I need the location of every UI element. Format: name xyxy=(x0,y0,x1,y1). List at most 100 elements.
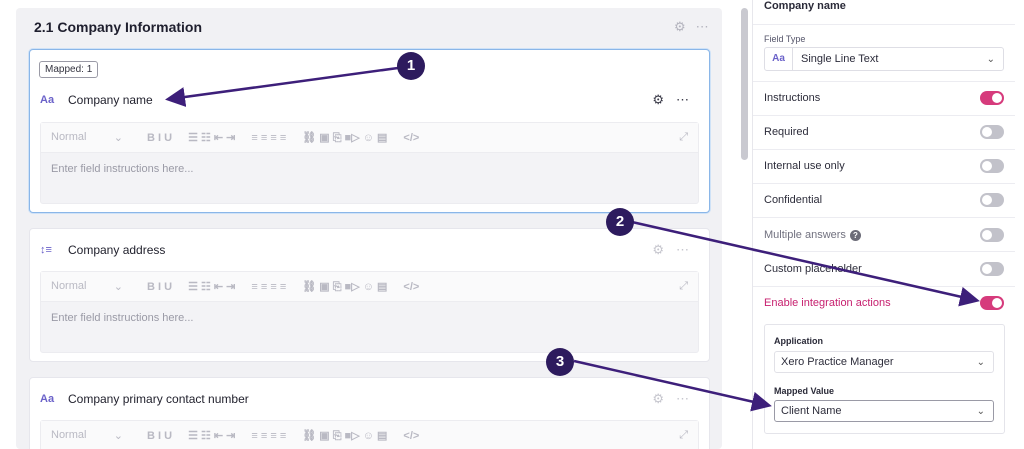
field-type-value: Single Line Text xyxy=(801,53,879,65)
section-actions: ⚙ ⋯ xyxy=(674,19,709,35)
multiple-answers-toggle[interactable] xyxy=(980,228,1004,242)
align-buttons[interactable]: ≡ ≡ ≡ ≡ xyxy=(251,430,286,442)
more-icon[interactable]: ⋯ xyxy=(696,19,709,35)
divider xyxy=(753,81,1015,82)
divider xyxy=(753,183,1015,184)
mapped-value-select[interactable]: Client Name ⌄ xyxy=(774,400,994,422)
chevron-down-icon: ⌄ xyxy=(976,356,985,368)
field-actions: ⚙ ⋯ xyxy=(652,92,689,108)
divider xyxy=(753,24,1015,25)
list-buttons[interactable]: ☰ ☷ ⇤ ⇥ xyxy=(188,280,235,293)
more-icon[interactable]: ⋯ xyxy=(676,242,689,258)
chevron-down-icon: ⌄ xyxy=(113,132,123,144)
code-icon[interactable]: </> xyxy=(403,430,419,442)
field-name[interactable]: Company address xyxy=(68,243,165,257)
code-icon[interactable]: </> xyxy=(403,132,419,144)
insert-buttons[interactable]: ⛓ ▣ ⎘ ■▷ ☺ ▤ xyxy=(302,429,387,443)
field-header: ↕≡ Company address ⚙ ⋯ xyxy=(40,235,699,265)
chevron-down-icon: ⌄ xyxy=(113,430,123,442)
divider xyxy=(753,286,1015,287)
integration-toggle[interactable] xyxy=(980,296,1004,310)
field-header: Aa Company primary contact number ⚙ ⋯ xyxy=(40,384,699,414)
field-header: Aa Company name ⚙ ⋯ xyxy=(40,85,699,115)
align-buttons[interactable]: ≡ ≡ ≡ ≡ xyxy=(251,281,286,293)
divider xyxy=(753,217,1015,218)
insert-buttons[interactable]: ⛓ ▣ ⎘ ■▷ ☺ ▤ xyxy=(302,131,387,145)
code-icon[interactable]: </> xyxy=(403,281,419,293)
format-buttons[interactable]: B I U xyxy=(147,281,172,293)
custom-placeholder-toggle[interactable] xyxy=(980,262,1004,276)
option-multiple-answers: Multiple answers ? xyxy=(764,224,1004,246)
align-buttons[interactable]: ≡ ≡ ≡ ≡ xyxy=(251,132,286,144)
instructions-input[interactable]: Enter field instructions here... xyxy=(41,302,698,352)
mapped-badge: Mapped: 1 xyxy=(39,61,99,78)
text-type-icon: Aa xyxy=(40,94,55,106)
divider xyxy=(753,251,1015,252)
text-type-icon: Aa xyxy=(40,393,55,405)
field-actions: ⚙ ⋯ xyxy=(652,391,689,407)
text-type-icon: Aa xyxy=(765,48,793,70)
app-root: 2.1 Company Information ⚙ ⋯ Mapped: 1 Aa… xyxy=(0,0,1024,449)
text-style-select[interactable]: Normal ⌄ xyxy=(51,131,131,144)
internal-use-toggle[interactable] xyxy=(980,159,1004,173)
field-type-select[interactable]: Aa Single Line Text ⌄ xyxy=(764,47,1004,71)
field-card-company-address[interactable]: ↕≡ Company address ⚙ ⋯ Normal ⌄ B I U ☰ ☷… xyxy=(29,228,710,362)
option-required: Required xyxy=(764,121,1004,143)
text-style-select[interactable]: Normal ⌄ xyxy=(51,280,131,293)
integration-settings: Application Xero Practice Manager ⌄ Mapp… xyxy=(764,324,1005,434)
expand-icon[interactable]: ⤢ xyxy=(679,429,688,442)
field-card-company-primary-contact[interactable]: Aa Company primary contact number ⚙ ⋯ No… xyxy=(29,377,710,449)
option-internal-use: Internal use only xyxy=(764,155,1004,177)
field-name[interactable]: Company name xyxy=(68,93,153,107)
help-icon[interactable]: ? xyxy=(849,229,861,241)
gear-icon[interactable]: ⚙ xyxy=(674,19,686,35)
option-confidential: Confidential xyxy=(764,189,1004,211)
gear-icon[interactable]: ⚙ xyxy=(652,391,664,407)
panel-title: Company name xyxy=(764,0,846,12)
scrollbar[interactable] xyxy=(741,8,748,160)
chevron-down-icon: ⌄ xyxy=(986,53,995,65)
annotation-badge-3: 3 xyxy=(546,348,574,376)
gear-icon[interactable]: ⚙ xyxy=(652,242,664,258)
list-buttons[interactable]: ☰ ☷ ⇤ ⇥ xyxy=(188,429,235,442)
instructions-toggle[interactable] xyxy=(980,91,1004,105)
more-icon[interactable]: ⋯ xyxy=(676,391,689,407)
application-label: Application xyxy=(774,336,823,346)
field-card-company-name[interactable]: Mapped: 1 Aa Company name ⚙ ⋯ Normal ⌄ B … xyxy=(29,49,710,213)
editor-toolbar: Normal ⌄ B I U ☰ ☷ ⇤ ⇥ ≡ ≡ ≡ ≡ ⛓ ▣ ⎘ ■▷ ☺… xyxy=(41,123,698,153)
editor-toolbar: Normal ⌄ B I U ☰ ☷ ⇤ ⇥ ≡ ≡ ≡ ≡ ⛓ ▣ ⎘ ■▷ ☺… xyxy=(41,421,698,449)
insert-buttons[interactable]: ⛓ ▣ ⎘ ■▷ ☺ ▤ xyxy=(302,280,387,294)
divider xyxy=(753,115,1015,116)
section-title: 2.1 Company Information xyxy=(34,19,203,35)
annotation-badge-2: 2 xyxy=(606,208,634,236)
divider xyxy=(753,149,1015,150)
expand-icon[interactable]: ⤢ xyxy=(679,280,688,293)
required-toggle[interactable] xyxy=(980,125,1004,139)
text-style-select[interactable]: Normal ⌄ xyxy=(51,429,131,442)
gear-icon[interactable]: ⚙ xyxy=(652,92,664,108)
chevron-down-icon: ⌄ xyxy=(976,405,985,417)
option-instructions: Instructions xyxy=(764,87,1004,109)
instructions-input[interactable]: Enter field instructions here... xyxy=(41,153,698,203)
more-icon[interactable]: ⋯ xyxy=(676,92,689,108)
field-type-label: Field Type xyxy=(764,34,806,44)
expand-icon[interactable]: ⤢ xyxy=(679,131,688,144)
instructions-editor[interactable]: Normal ⌄ B I U ☰ ☷ ⇤ ⇥ ≡ ≡ ≡ ≡ ⛓ ▣ ⎘ ■▷ ☺… xyxy=(40,122,699,204)
chevron-down-icon: ⌄ xyxy=(113,281,123,293)
instructions-editor[interactable]: Normal ⌄ B I U ☰ ☷ ⇤ ⇥ ≡ ≡ ≡ ≡ ⛓ ▣ ⎘ ■▷ ☺… xyxy=(40,420,699,449)
list-buttons[interactable]: ☰ ☷ ⇤ ⇥ xyxy=(188,131,235,144)
field-name[interactable]: Company primary contact number xyxy=(68,392,249,406)
format-buttons[interactable]: B I U xyxy=(147,430,172,442)
mapped-value-label: Mapped Value xyxy=(774,386,835,396)
field-settings-panel: Company name Field Type Aa Single Line T… xyxy=(752,0,1024,449)
option-custom-placeholder: Custom placeholder xyxy=(764,258,1004,280)
annotation-badge-1: 1 xyxy=(397,52,425,80)
confidential-toggle[interactable] xyxy=(980,193,1004,207)
paragraph-type-icon: ↕≡ xyxy=(40,244,52,256)
application-select[interactable]: Xero Practice Manager ⌄ xyxy=(774,351,994,373)
format-buttons[interactable]: B I U xyxy=(147,132,172,144)
editor-toolbar: Normal ⌄ B I U ☰ ☷ ⇤ ⇥ ≡ ≡ ≡ ≡ ⛓ ▣ ⎘ ■▷ ☺… xyxy=(41,272,698,302)
instructions-editor[interactable]: Normal ⌄ B I U ☰ ☷ ⇤ ⇥ ≡ ≡ ≡ ≡ ⛓ ▣ ⎘ ■▷ ☺… xyxy=(40,271,699,353)
field-actions: ⚙ ⋯ xyxy=(652,242,689,258)
option-enable-integration: Enable integration actions xyxy=(764,292,1004,314)
